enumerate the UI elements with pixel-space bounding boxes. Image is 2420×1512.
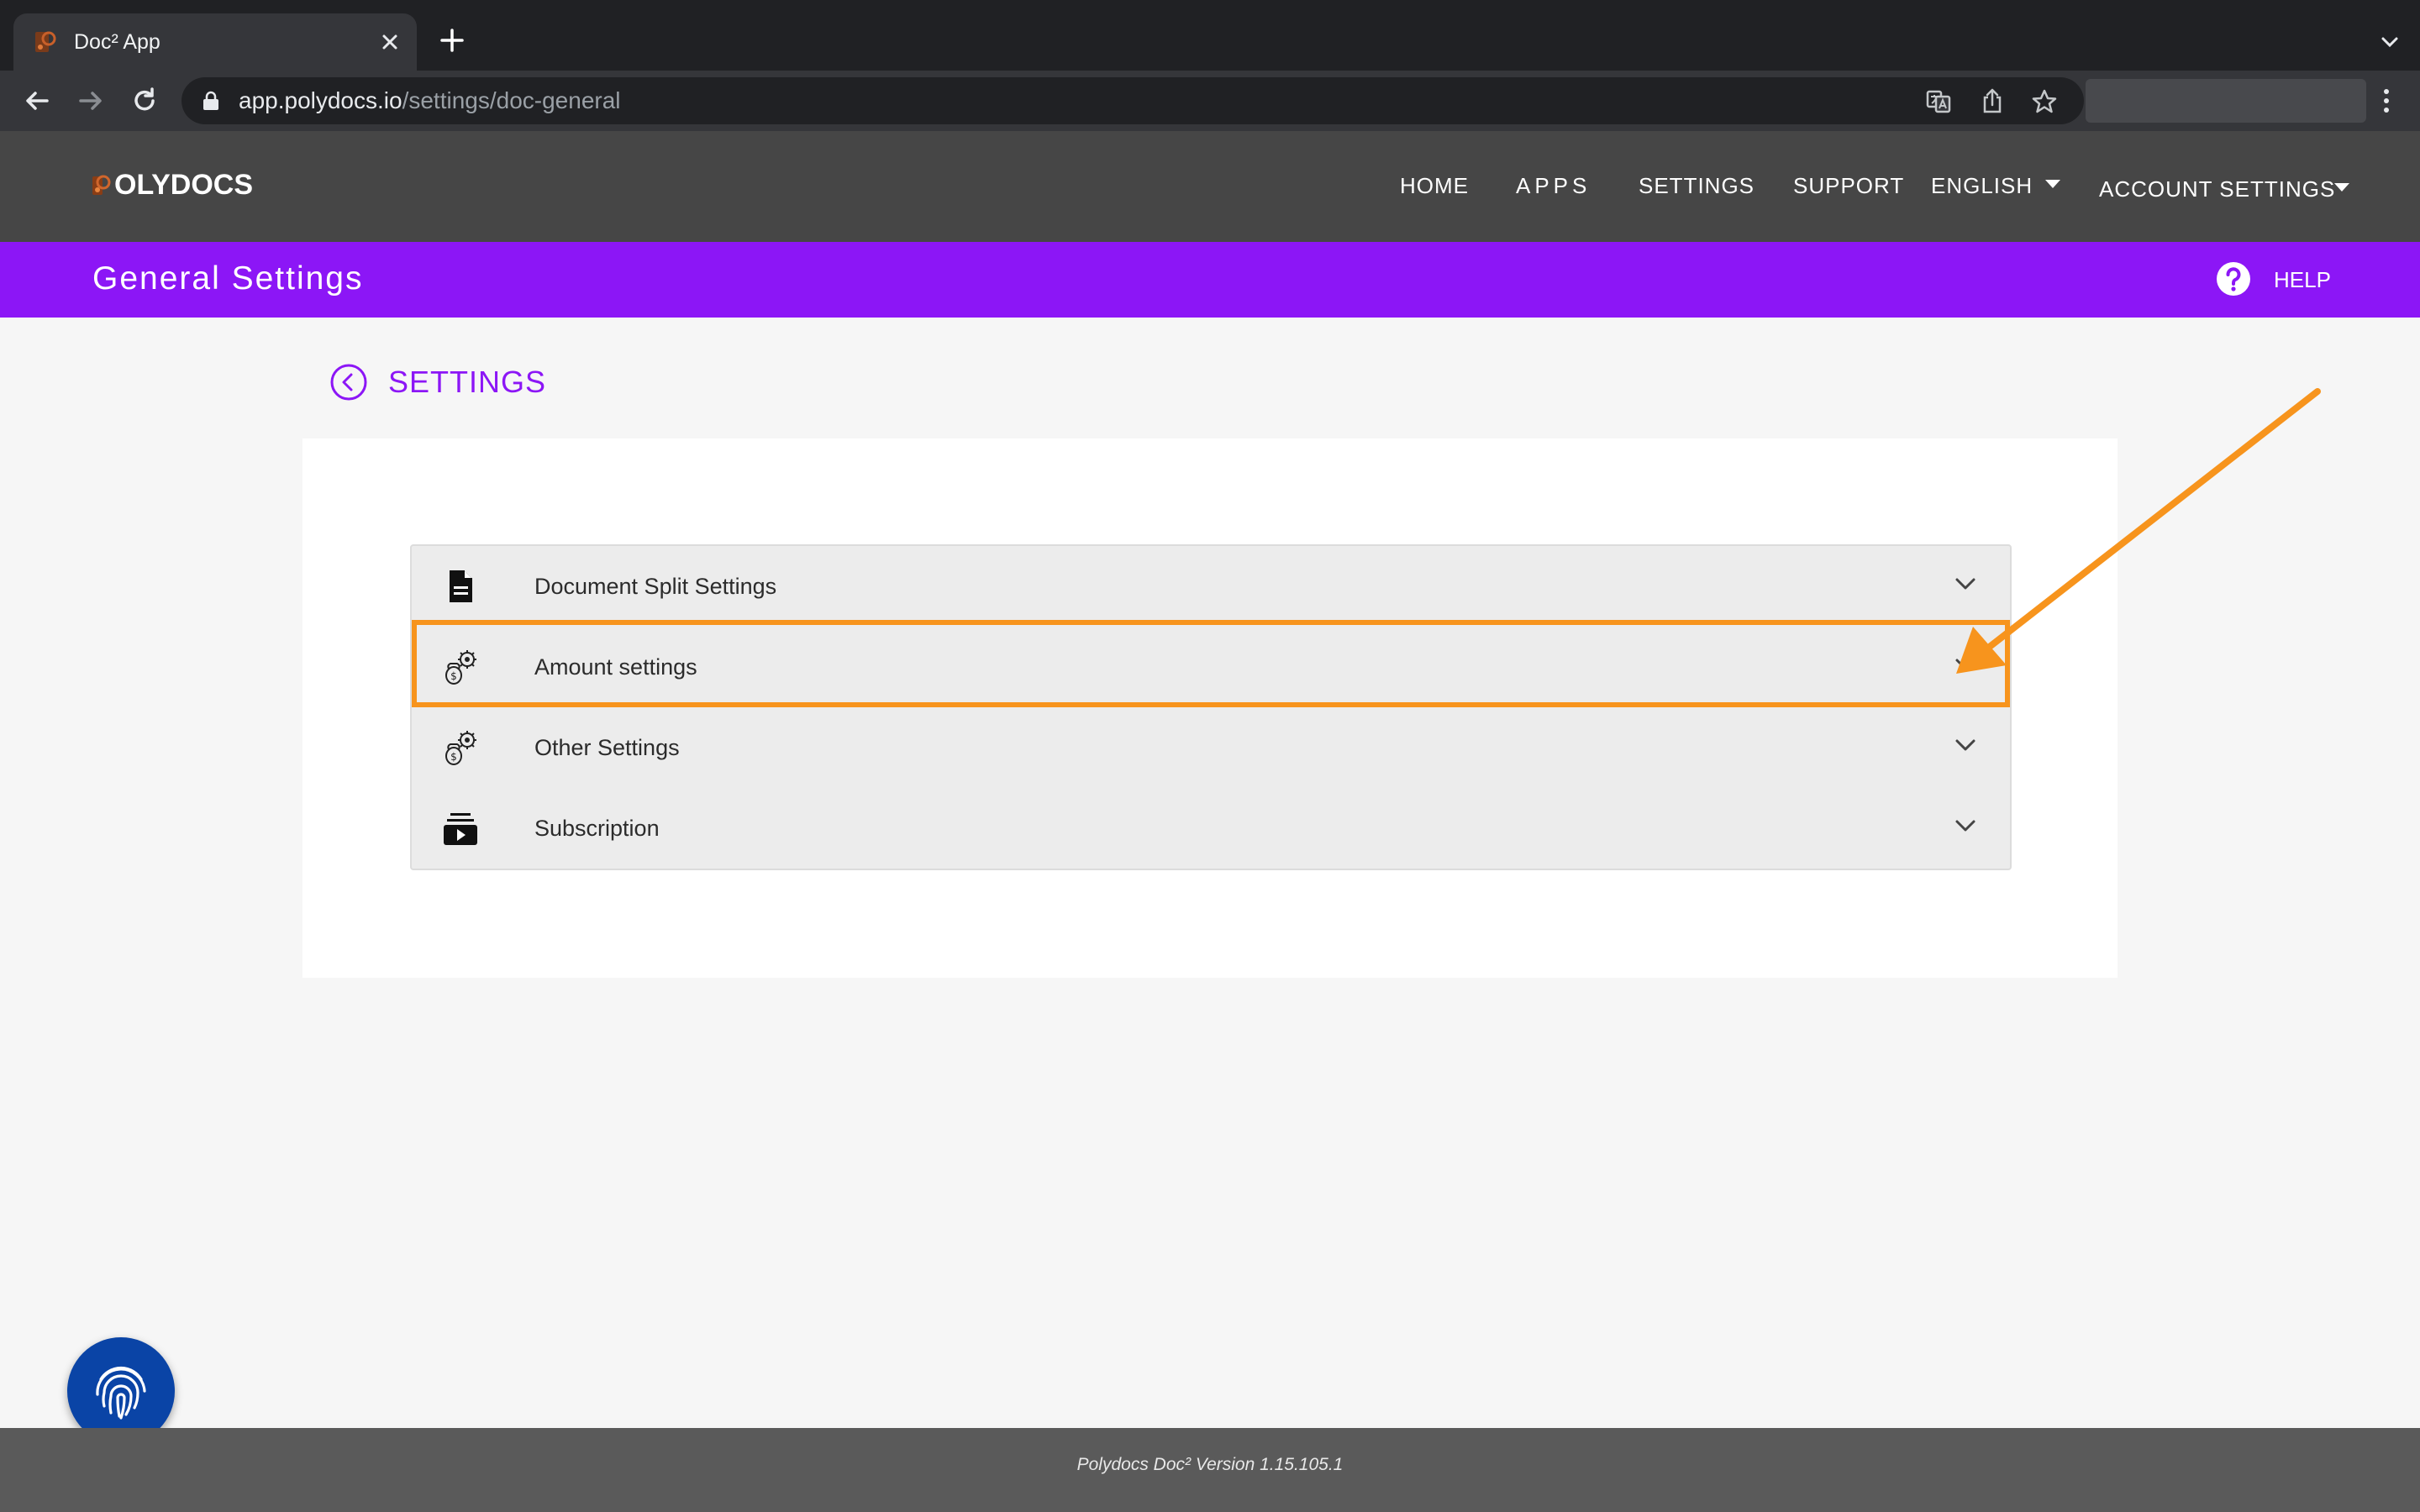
browser-tab[interactable]: Doc² App: [13, 13, 417, 71]
browser-menu-icon[interactable]: [2370, 84, 2403, 118]
logo-text: OLYDOCS: [114, 169, 254, 201]
svg-text:$: $: [450, 751, 457, 763]
help-link[interactable]: HELP: [2274, 265, 2331, 294]
url-path: /settings/doc-general: [402, 87, 621, 113]
accordion-item-subscription[interactable]: Subscription: [412, 788, 2010, 869]
back-link-label: SETTINGS: [388, 365, 547, 399]
money-settings-icon: $: [445, 731, 476, 765]
address-bar[interactable]: app.polydocs.io/settings/doc-general: [182, 77, 2084, 124]
back-to-settings-link[interactable]: SETTINGS: [329, 363, 546, 402]
help-icon[interactable]: [2215, 260, 2252, 297]
settings-accordion: Document Split Settings $ Amount setting…: [410, 544, 2012, 870]
browser-toolbar: app.polydocs.io/settings/doc-general: [0, 71, 2420, 131]
back-circle-icon: [330, 364, 367, 401]
accordion-item-document-split[interactable]: Document Split Settings: [412, 546, 2010, 627]
reload-icon[interactable]: [128, 84, 161, 118]
nav-support[interactable]: SUPPORT: [1793, 171, 1904, 200]
footer: Polydocs Doc² Version 1.15.105.1: [0, 1428, 2420, 1512]
nav-settings[interactable]: SETTINGS: [1639, 171, 1754, 200]
accordion-label: Other Settings: [534, 735, 680, 760]
version-text: Polydocs Doc² Version 1.15.105.1: [1076, 1455, 1344, 1474]
settings-card: Document Split Settings $ Amount setting…: [302, 438, 2118, 978]
subscription-icon: [444, 813, 477, 845]
account-settings-menu[interactable]: ACCOUNT SETTINGS: [2099, 175, 2335, 203]
accordion-label: Document Split Settings: [534, 574, 777, 599]
chevron-down-icon[interactable]: [2378, 30, 2402, 54]
document-icon: [450, 570, 472, 602]
lock-icon: [203, 91, 218, 110]
accordion-label: Subscription: [534, 816, 660, 841]
annotation-arrow-icon: [1956, 388, 2321, 674]
url-text: app.polydocs.io/settings/doc-general: [239, 87, 621, 114]
nav-apps[interactable]: APPS: [1516, 171, 1591, 200]
close-tab-icon[interactable]: [378, 30, 402, 54]
fingerprint-icon: [96, 1366, 146, 1420]
polydocs-favicon-icon: [35, 31, 56, 52]
url-host: app.polydocs.io: [239, 87, 402, 113]
back-arrow-icon[interactable]: [20, 84, 54, 118]
tab-title: Doc² App: [74, 30, 160, 54]
language-selector[interactable]: ENGLISH: [1931, 171, 2033, 200]
translate-icon[interactable]: [1924, 87, 1953, 116]
bookmark-star-icon[interactable]: [2030, 87, 2059, 116]
profile-area[interactable]: [2086, 79, 2366, 123]
account-caret-icon[interactable]: [2333, 181, 2351, 193]
app-header: OLYDOCS HOME APPS SETTINGS SUPPORT ENGLI…: [0, 131, 2420, 242]
forward-arrow-icon[interactable]: [74, 84, 108, 118]
annotation-highlight-box: [412, 620, 2010, 707]
chevron-down-icon[interactable]: [1954, 738, 1976, 753]
polydocs-logo-icon: [92, 175, 111, 195]
language-caret-icon[interactable]: [2044, 178, 2062, 190]
chevron-down-icon[interactable]: [1954, 818, 1976, 833]
share-icon[interactable]: [1978, 87, 2007, 116]
accordion-item-other-settings[interactable]: $ Other Settings: [412, 707, 2010, 788]
new-tab-icon[interactable]: [437, 25, 467, 55]
page-title-bar: General Settings HELP: [0, 242, 2420, 318]
page-title: General Settings: [92, 260, 364, 297]
nav-home[interactable]: HOME: [1400, 171, 1469, 200]
polydocs-logo[interactable]: OLYDOCS: [91, 168, 253, 202]
browser-tab-strip: Doc² App: [0, 0, 2420, 71]
